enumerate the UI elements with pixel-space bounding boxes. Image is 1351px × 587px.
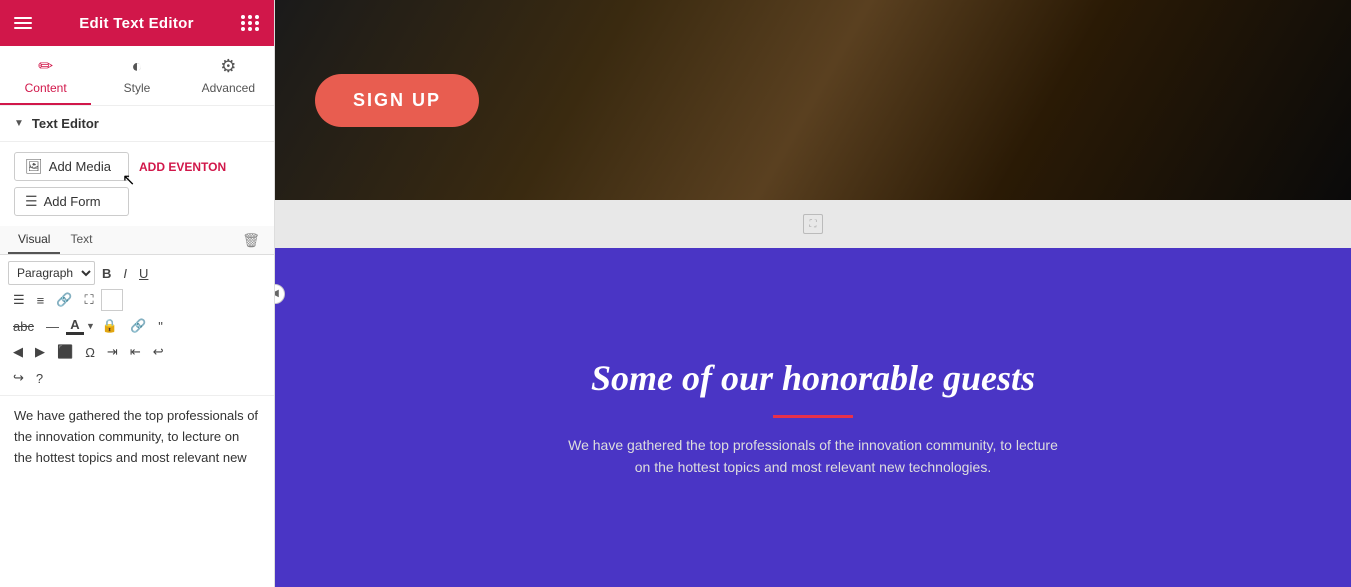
redo-button[interactable]: ↪ bbox=[8, 367, 29, 389]
add-form-label: Add Form bbox=[44, 194, 101, 209]
text-color-button[interactable]: A bbox=[66, 317, 84, 335]
panel-header: Edit Text Editor bbox=[0, 0, 274, 46]
add-media-label: Add Media bbox=[49, 159, 111, 174]
toolbar-row-5: ↪ ? bbox=[8, 367, 266, 389]
italic-button[interactable]: I bbox=[118, 263, 132, 284]
hero-section: SIGN UP bbox=[275, 0, 1351, 200]
editor-tabs: Visual Text 🗑 bbox=[0, 226, 274, 255]
right-panel: SIGN UP ⛶ ◀ Some of our honorable guests… bbox=[275, 0, 1351, 587]
panel-title: Edit Text Editor bbox=[79, 15, 194, 32]
color-dropdown-arrow[interactable]: ▼ bbox=[86, 321, 95, 331]
add-media-button[interactable]: 🖼 Add Media bbox=[14, 152, 129, 181]
grid-icon[interactable] bbox=[241, 15, 260, 31]
toolbar: Paragraph Heading 1 Heading 2 Heading 3 … bbox=[0, 255, 274, 396]
align-left-button[interactable]: ☰ bbox=[8, 289, 30, 311]
paragraph-select[interactable]: Paragraph Heading 1 Heading 2 Heading 3 bbox=[8, 261, 95, 285]
purple-section-text: We have gathered the top professionals o… bbox=[563, 434, 1063, 479]
text-content-area[interactable]: We have gathered the top professionals o… bbox=[0, 396, 274, 587]
bold-button[interactable]: B bbox=[97, 263, 116, 284]
unlink-button[interactable]: 🔗 bbox=[125, 315, 151, 337]
section-title: Text Editor bbox=[32, 116, 99, 131]
gray-divider: ⛶ bbox=[275, 200, 1351, 248]
purple-section: Some of our honorable guests We have gat… bbox=[275, 248, 1351, 587]
content-icon: ✏ bbox=[38, 56, 53, 77]
align-left2-button[interactable]: ◀ bbox=[8, 341, 28, 363]
tab-advanced-label: Advanced bbox=[202, 81, 255, 95]
toolbar-row-3: abc — A ▼ 🔒 🔗 " bbox=[8, 315, 266, 337]
purple-section-title: Some of our honorable guests bbox=[591, 357, 1035, 399]
red-divider bbox=[773, 415, 853, 418]
text-color-icon: A bbox=[70, 317, 79, 332]
toolbar-row-1: Paragraph Heading 1 Heading 2 Heading 3 … bbox=[8, 261, 266, 285]
form-icon: ☰ bbox=[25, 193, 38, 210]
tab-content-label: Content bbox=[25, 81, 67, 95]
align-right2-button[interactable]: ⬛ bbox=[52, 341, 78, 363]
editor-tab-visual[interactable]: Visual bbox=[8, 226, 60, 254]
tab-style-label: Style bbox=[124, 81, 151, 95]
add-eventon-label[interactable]: ADD EVENTON bbox=[139, 161, 226, 173]
tab-advanced[interactable]: ⚙ Advanced bbox=[183, 46, 274, 105]
toolbar-row-4: ◀ ▶ ⬛ Ω ⇥ ⇤ ↩ bbox=[8, 341, 266, 363]
resize-icon[interactable]: ⛶ bbox=[803, 214, 823, 234]
editor-tab-text[interactable]: Text bbox=[60, 226, 102, 254]
button-row: 🖼 Add Media ADD EVENTON ↖ ☰ Add Form bbox=[0, 142, 274, 226]
special-char-button[interactable]: Ω bbox=[80, 342, 100, 363]
add-form-button[interactable]: ☰ Add Form bbox=[14, 187, 129, 216]
tab-style[interactable]: ◐ Style bbox=[91, 46, 182, 105]
section-arrow-icon: ▼ bbox=[14, 118, 24, 129]
media-icon: 🖼 bbox=[25, 158, 43, 175]
outdent-button[interactable]: ⇤ bbox=[125, 341, 146, 363]
quote-button[interactable]: " bbox=[153, 316, 168, 337]
undo-button[interactable]: ↩ bbox=[148, 341, 169, 363]
sign-up-button[interactable]: SIGN UP bbox=[315, 74, 479, 127]
panel-tabs: ✏ Content ◐ Style ⚙ Advanced bbox=[0, 46, 274, 106]
tab-content[interactable]: ✏ Content bbox=[0, 46, 91, 105]
lock-button[interactable]: 🔒 bbox=[97, 315, 123, 337]
hr-button[interactable]: — bbox=[41, 316, 64, 337]
toolbar-row-2: ☰ ≡ 🔗 ⛶ bbox=[8, 289, 266, 311]
align-center2-button[interactable]: ▶ bbox=[30, 341, 50, 363]
hamburger-icon[interactable] bbox=[14, 17, 32, 29]
align-center-button[interactable]: ≡ bbox=[32, 290, 50, 311]
advanced-icon: ⚙ bbox=[220, 56, 236, 77]
left-panel: Edit Text Editor ✏ Content ◐ Style ⚙ Adv… bbox=[0, 0, 275, 587]
strikethrough-button[interactable]: abc bbox=[8, 316, 39, 337]
editor-text: We have gathered the top professionals o… bbox=[14, 408, 258, 465]
fullscreen-button[interactable]: ⛶ bbox=[79, 289, 98, 311]
help-button[interactable]: ? bbox=[31, 368, 48, 389]
underline-button[interactable]: U bbox=[134, 263, 153, 284]
trash-button[interactable]: 🗑 bbox=[236, 228, 266, 253]
section-header[interactable]: ▼ Text Editor bbox=[0, 106, 274, 142]
color-swatch[interactable] bbox=[101, 289, 123, 311]
indent-button[interactable]: ⇥ bbox=[102, 341, 123, 363]
color-indicator bbox=[66, 332, 84, 335]
style-icon: ◐ bbox=[132, 56, 143, 77]
link-button[interactable]: 🔗 bbox=[51, 289, 77, 311]
